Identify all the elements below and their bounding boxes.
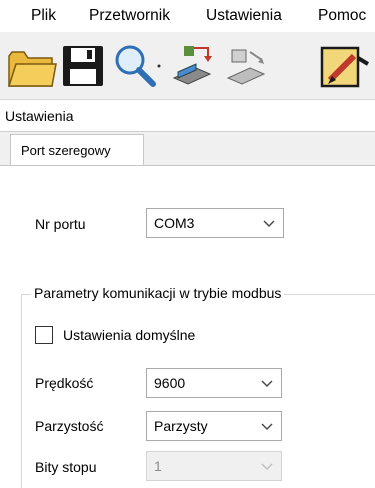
panel-title: Ustawienia bbox=[5, 108, 74, 124]
edit-settings-icon[interactable] bbox=[318, 42, 372, 90]
parity-select[interactable]: Parzysty bbox=[146, 411, 282, 441]
stopbits-value: 1 bbox=[154, 458, 162, 474]
tab-strip: Port szeregowy bbox=[0, 132, 375, 167]
parity-label: Parzystość bbox=[35, 418, 104, 434]
speed-label: Prędkość bbox=[35, 375, 94, 391]
chevron-down-icon bbox=[263, 220, 275, 227]
chevron-down-icon bbox=[261, 423, 273, 430]
stopbits-select[interactable]: 1 bbox=[146, 451, 282, 481]
open-folder-icon[interactable] bbox=[6, 42, 58, 90]
menu-pomoc[interactable]: Pomoc bbox=[318, 5, 366, 27]
tab-label: Port szeregowy bbox=[21, 143, 111, 158]
save-icon[interactable] bbox=[60, 42, 106, 90]
menu-plik[interactable]: Plik bbox=[31, 5, 56, 27]
defaults-checkbox[interactable] bbox=[35, 326, 53, 344]
chevron-down-icon bbox=[261, 463, 273, 470]
modbus-group-legend: Parametry komunikacji w trybie modbus bbox=[31, 285, 285, 301]
stopbits-label: Bity stopu bbox=[35, 459, 97, 475]
tab-port-szeregowy[interactable]: Port szeregowy bbox=[10, 134, 144, 167]
port-select[interactable]: COM3 bbox=[146, 208, 284, 238]
device-transfer-icon[interactable] bbox=[166, 42, 218, 90]
speed-value: 9600 bbox=[154, 375, 186, 391]
menu-przetwornik[interactable]: Przetwornik bbox=[89, 5, 170, 27]
chevron-down-icon bbox=[261, 380, 273, 387]
search-icon[interactable] bbox=[110, 42, 164, 90]
toolbar bbox=[0, 32, 375, 100]
menu-ustawienia[interactable]: Ustawienia bbox=[206, 5, 282, 27]
speed-select[interactable]: 9600 bbox=[146, 368, 282, 398]
parity-value: Parzysty bbox=[154, 418, 208, 434]
menu-bar: Plik Przetwornik Ustawienia Pomoc bbox=[0, 0, 375, 32]
settings-panel-header: Ustawienia bbox=[0, 100, 375, 132]
device-read-icon[interactable] bbox=[220, 42, 272, 90]
defaults-label: Ustawienia domyślne bbox=[63, 327, 196, 343]
port-value: COM3 bbox=[154, 215, 195, 231]
port-label: Nr portu bbox=[35, 216, 86, 232]
